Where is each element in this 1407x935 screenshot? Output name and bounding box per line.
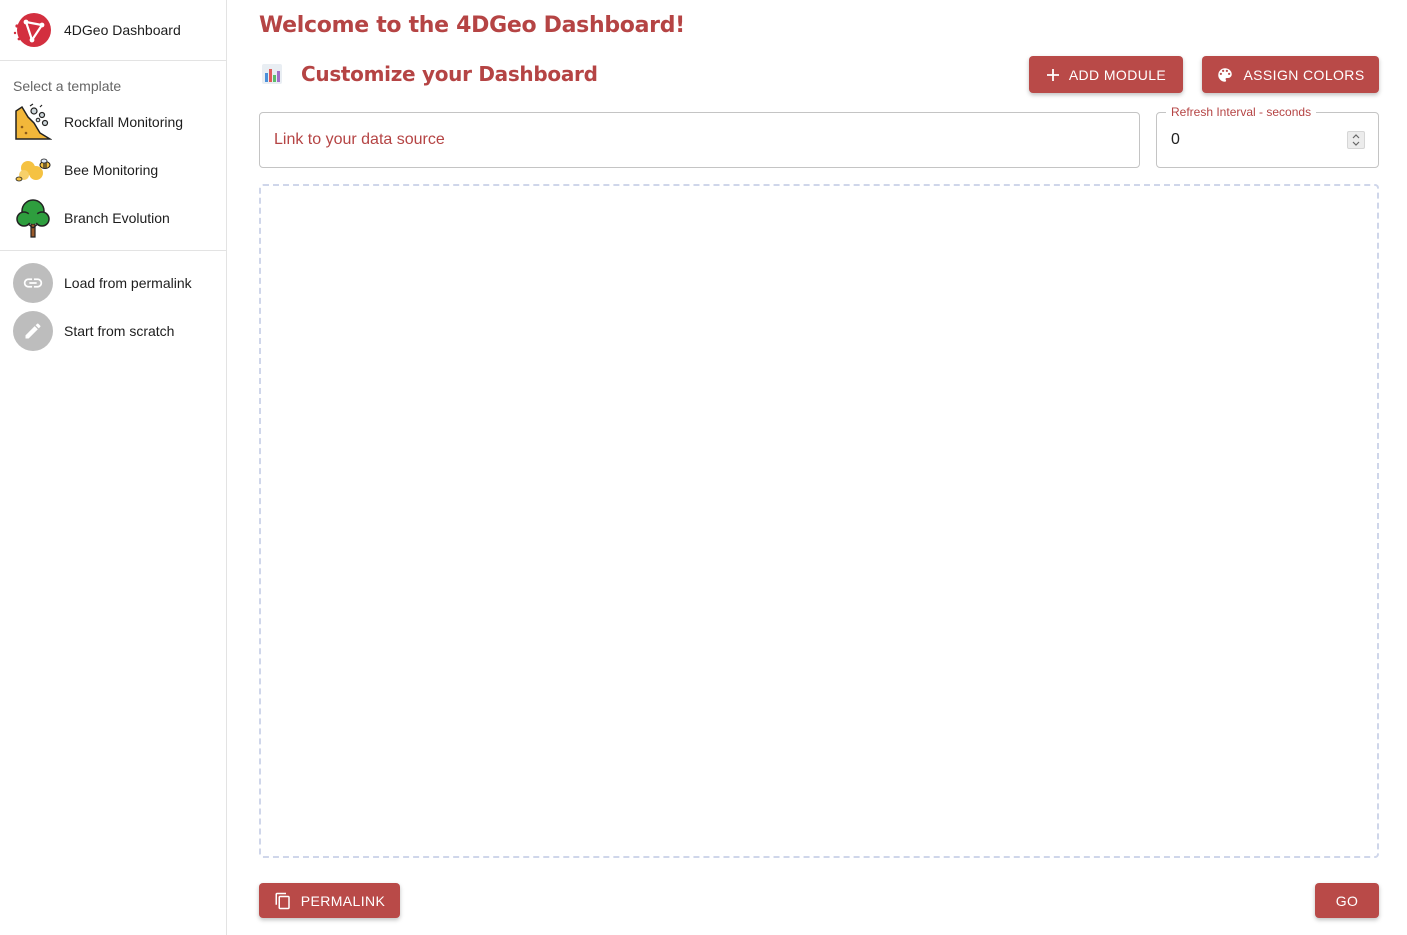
link-icon xyxy=(13,263,53,303)
page-title: Welcome to the 4DGeo Dashboard! xyxy=(259,13,685,38)
assign-colors-button[interactable]: ASSIGN COLORS xyxy=(1202,56,1379,93)
module-dropzone[interactable] xyxy=(259,184,1379,858)
refresh-interval-field[interactable]: Refresh Interval - seconds 0 xyxy=(1156,105,1379,168)
add-module-button[interactable]: ADD MODULE xyxy=(1029,56,1183,93)
start-from-scratch[interactable]: Start from scratch xyxy=(0,307,226,355)
template-rockfall-monitoring[interactable]: Rockfall Monitoring xyxy=(0,98,226,146)
rockfall-icon xyxy=(13,102,53,142)
load-permalink-label: Load from permalink xyxy=(64,275,192,291)
plus-icon xyxy=(1046,68,1060,82)
bar-chart-icon xyxy=(261,63,283,85)
permalink-button[interactable]: PERMALINK xyxy=(259,883,400,918)
refresh-interval-input[interactable]: 0 xyxy=(1171,131,1180,149)
brand-title: 4DGeo Dashboard xyxy=(64,22,181,38)
pencil-icon xyxy=(13,311,53,351)
assign-colors-label: ASSIGN COLORS xyxy=(1243,66,1365,83)
main-content: Welcome to the 4DGeo Dashboard! Customiz… xyxy=(259,0,1379,935)
4dgeo-logo-icon xyxy=(12,9,54,51)
sidebar: 4DGeo Dashboard Select a template Rockfa… xyxy=(0,0,227,935)
data-source-input[interactable] xyxy=(274,131,1139,149)
start-scratch-label: Start from scratch xyxy=(64,323,175,339)
go-label: GO xyxy=(1335,892,1359,909)
add-module-label: ADD MODULE xyxy=(1068,66,1167,83)
refresh-interval-label: Refresh Interval - seconds xyxy=(1166,105,1317,119)
brand[interactable]: 4DGeo Dashboard xyxy=(0,0,226,61)
sidebar-divider xyxy=(0,250,226,251)
template-bee-monitoring[interactable]: Bee Monitoring xyxy=(0,146,226,194)
copy-icon xyxy=(274,892,292,910)
number-spinner[interactable] xyxy=(1347,131,1365,149)
tree-icon xyxy=(13,198,53,238)
customize-title: Customize your Dashboard xyxy=(301,62,598,86)
template-branch-evolution[interactable]: Branch Evolution xyxy=(0,194,226,242)
permalink-label: PERMALINK xyxy=(300,892,386,909)
template-label: Bee Monitoring xyxy=(64,162,159,178)
bee-icon xyxy=(13,150,53,190)
subheader: Customize your Dashboard xyxy=(261,62,598,86)
template-label: Branch Evolution xyxy=(64,210,170,226)
palette-icon xyxy=(1216,66,1234,84)
go-button[interactable]: GO xyxy=(1315,883,1379,918)
template-label: Rockfall Monitoring xyxy=(64,114,184,130)
template-section-label: Select a template xyxy=(13,78,122,94)
data-source-field[interactable] xyxy=(259,112,1140,168)
spinner-arrows-icon xyxy=(1352,134,1360,146)
load-from-permalink[interactable]: Load from permalink xyxy=(0,259,226,307)
